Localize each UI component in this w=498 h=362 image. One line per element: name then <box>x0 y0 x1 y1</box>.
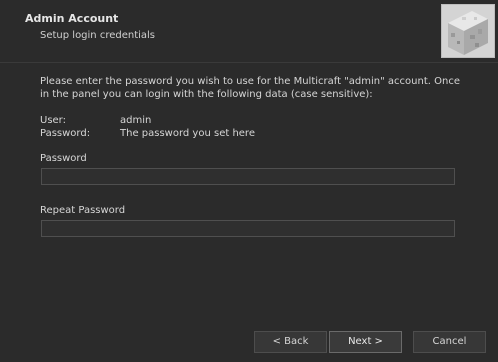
credential-password-key: Password: <box>40 128 91 139</box>
credential-password-value: The password you set here <box>120 128 255 139</box>
repeat-password-field[interactable] <box>41 220 455 237</box>
intro-text: Please enter the password you wish to us… <box>40 76 460 100</box>
credential-user-row: User: admin <box>40 115 151 126</box>
back-button[interactable]: < Back <box>254 331 327 353</box>
repeat-password-label: Repeat Password <box>40 205 126 216</box>
credential-user-key: User: <box>40 115 66 126</box>
page-title: Admin Account <box>25 12 119 25</box>
credential-user-value: admin <box>120 115 152 126</box>
password-field[interactable] <box>41 168 455 185</box>
page-subtitle: Setup login credentials <box>40 30 156 41</box>
password-label: Password <box>40 153 87 164</box>
wizard-header: Admin Account Setup login credentials <box>0 0 498 63</box>
multicraft-stone-block-icon <box>441 4 495 58</box>
next-button[interactable]: Next > <box>329 331 402 353</box>
cancel-button[interactable]: Cancel <box>413 331 486 353</box>
credential-password-row: Password: The password you set here <box>40 128 255 139</box>
